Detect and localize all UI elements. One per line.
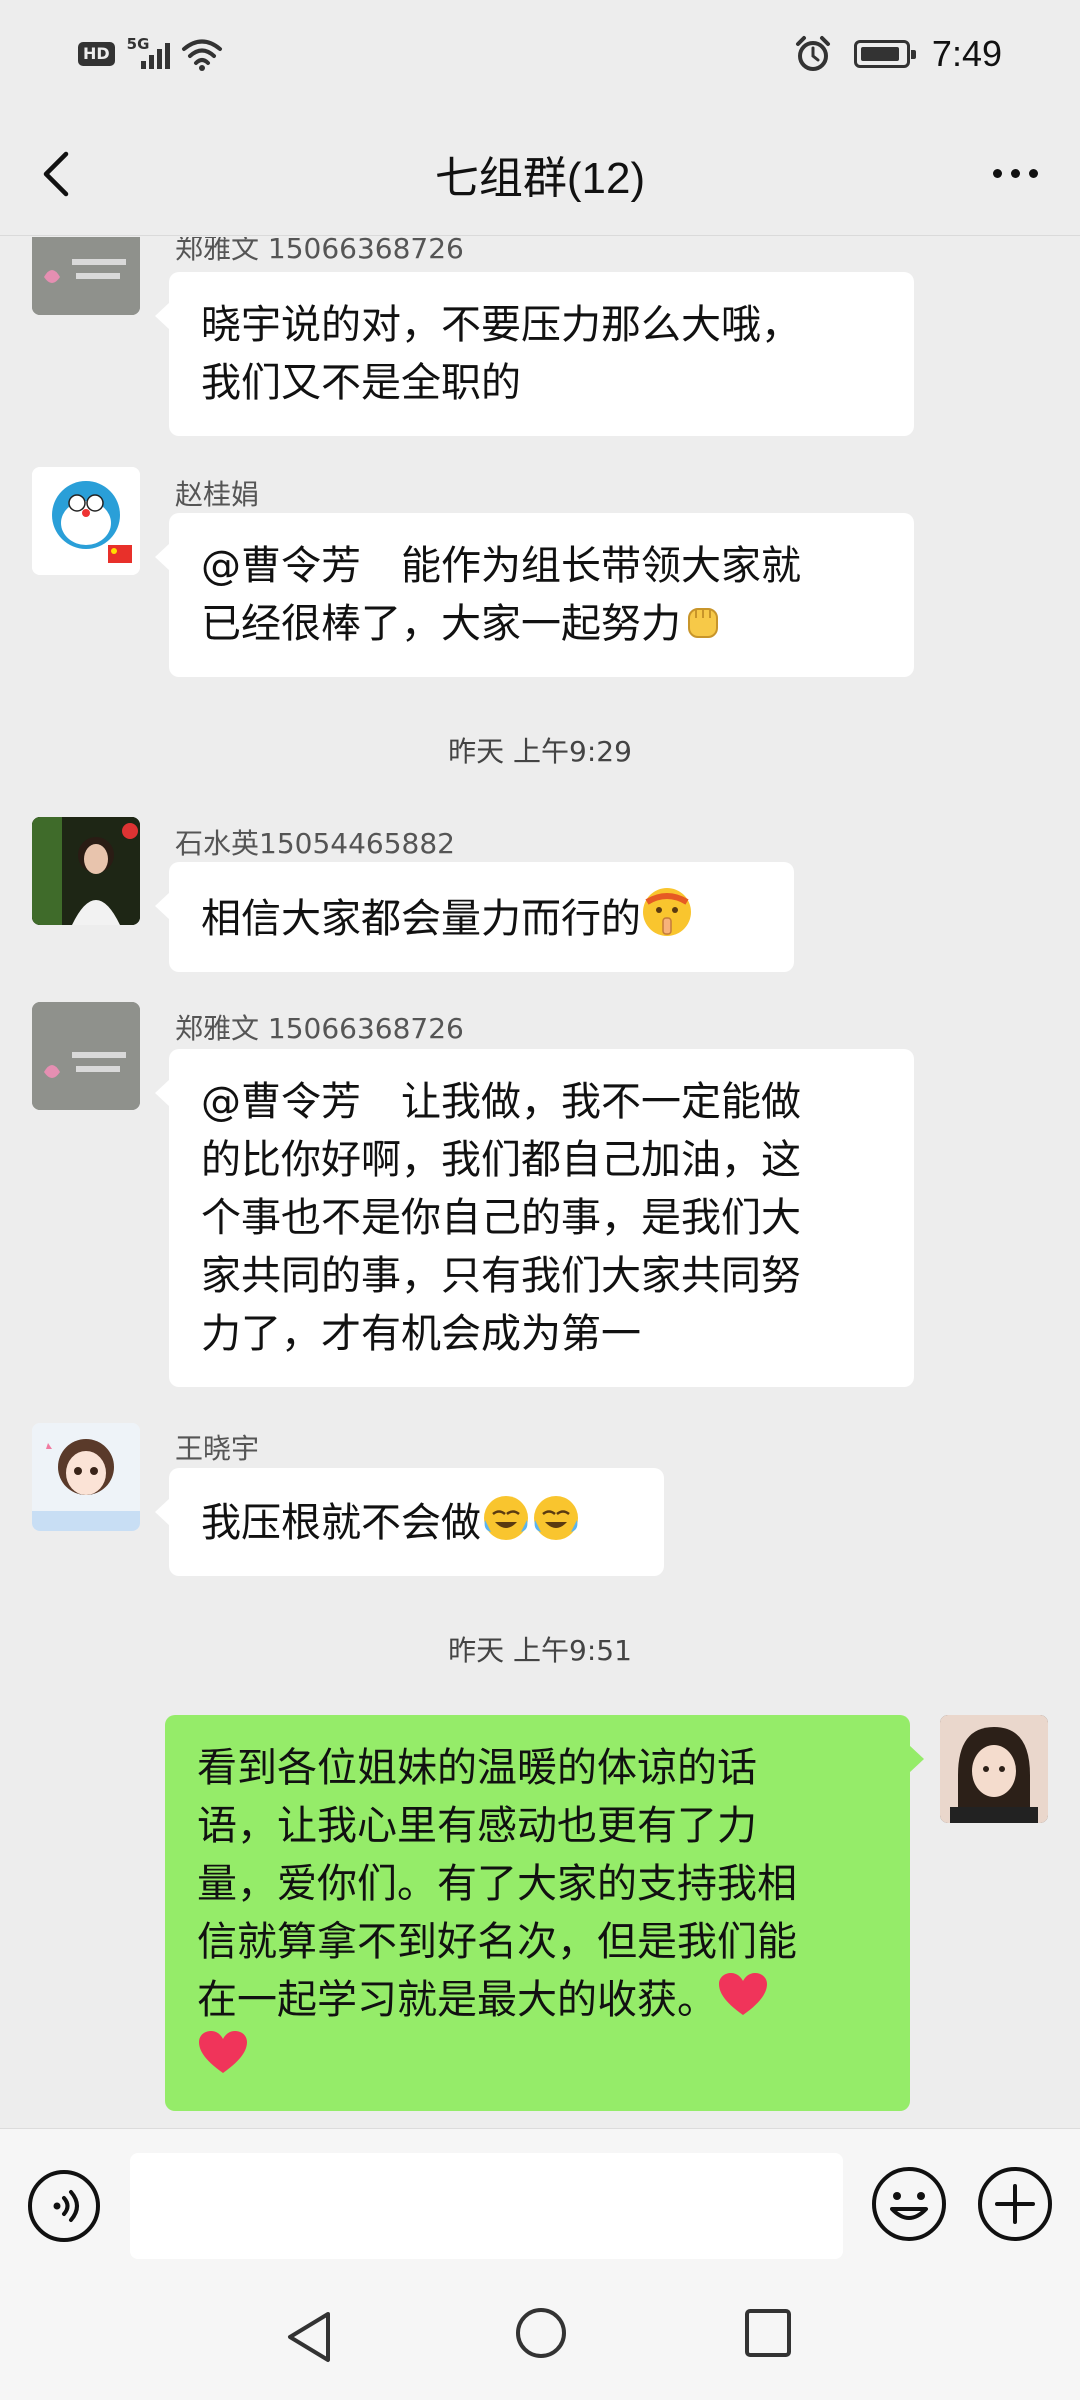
crying-laughing-icon [484, 1496, 578, 1540]
my-avatar[interactable] [940, 1715, 1048, 1823]
status-time: 7:49 [931, 33, 1002, 74]
message-input[interactable] [130, 2153, 843, 2259]
sender-name: 郑雅文 15066368726 [175, 1012, 464, 1045]
message-text: 我压根就不会做 [201, 1500, 481, 1546]
avatar-zhengyawen[interactable] [32, 1002, 140, 1110]
avatar-shishuiying[interactable] [32, 817, 140, 925]
message-line: 量，爱你们。有了大家的支持我相 [197, 1861, 797, 1907]
message-line: @曹令芳 能作为组长带领大家就 [201, 543, 801, 589]
status-left: HD 5G [78, 34, 223, 74]
shushing-face-icon [643, 888, 691, 936]
message-line: 的比你好啊，我们都自己加油，这 [201, 1137, 801, 1183]
timestamp: 昨天 上午9:29 [448, 735, 632, 768]
message-text: 相信大家都会量力而行的 [201, 896, 641, 942]
sender-name: 郑雅文 15066368726 [175, 237, 464, 265]
message-bubble[interactable]: 晓宇说的对，不要压力那么大哦， 我们又不是全职的 [155, 272, 914, 436]
message-bubble[interactable]: 我压根就不会做 [155, 1468, 664, 1576]
message-list[interactable]: 郑雅文 15066368726 晓宇说的对，不要压力那么大哦， 我们又不是全职的… [0, 237, 1080, 2127]
message-line: @曹令芳 让我做，我不一定能做 [201, 1079, 801, 1125]
chat-title: 七组群(12) [434, 154, 646, 203]
message-bubble[interactable]: 相信大家都会量力而行的 [155, 862, 794, 972]
avatar-zhengyawen[interactable] [32, 237, 140, 315]
fist-icon [688, 608, 718, 638]
emoji-picker-icon[interactable] [870, 2165, 948, 2243]
system-navigation-bar [0, 2270, 1080, 2400]
message-line: 个事也不是你自己的事，是我们大 [201, 1195, 801, 1241]
nav-back-icon[interactable] [282, 2308, 336, 2366]
status-bar: HD 5G 7:49 [0, 0, 1080, 110]
message-text: 在一起学习就是最大的收获。 [197, 1977, 717, 2023]
battery-icon [853, 40, 916, 68]
message-line: 信就算拿不到好名次，但是我们能 [197, 1919, 797, 1965]
message-line: 相信大家都会量力而行的 [201, 886, 762, 948]
heart-icon [719, 1973, 767, 2015]
message-bubble[interactable]: @曹令芳 能作为组长带领大家就 已经很棒了，大家一起努力 [155, 513, 914, 677]
message-line: 已经很棒了，大家一起努力 [201, 595, 882, 653]
message-text: 已经很棒了，大家一起努力 [201, 601, 681, 647]
alarm-icon [795, 36, 830, 71]
chat-header: 七组群(12) [0, 110, 1080, 236]
more-options-icon[interactable] [980, 150, 1050, 196]
nav-home-icon[interactable] [514, 2306, 568, 2360]
message-line: 看到各位姐妹的温暖的体谅的话 [197, 1745, 757, 1791]
message-line: 晓宇说的对，不要压力那么大哦， [201, 302, 801, 348]
message-line: 我压根就不会做 [201, 1492, 632, 1552]
voice-input-icon[interactable] [27, 2169, 101, 2243]
message-line: 家共同的事，只有我们大家共同努 [201, 1253, 801, 1299]
input-bar [0, 2128, 1080, 2270]
signal-icon: 5G [127, 37, 170, 71]
status-right: 7:49 [794, 26, 1002, 82]
message-line: 力了，才有机会成为第一 [201, 1311, 641, 1357]
message-line [197, 2029, 878, 2087]
wifi-icon [181, 39, 222, 71]
more-functions-icon[interactable] [976, 2165, 1054, 2243]
heart-icon [199, 2031, 247, 2073]
my-message-bubble[interactable]: 看到各位姐妹的温暖的体谅的话 语，让我心里有感动也更有了力 量，爱你们。有了大家… [165, 1715, 924, 2111]
nav-recent-apps-icon[interactable] [744, 2308, 792, 2358]
avatar-wangxiaoyu[interactable] [32, 1423, 140, 1531]
timestamp: 昨天 上午9:51 [448, 1634, 632, 1667]
message-bubble[interactable]: @曹令芳 让我做，我不一定能做 的比你好啊，我们都自己加油，这 个事也不是你自己… [155, 1049, 914, 1387]
message-line: 语，让我心里有感动也更有了力 [197, 1803, 757, 1849]
message-line: 我们又不是全职的 [201, 360, 521, 406]
avatar-zhaoguijuan[interactable] [32, 467, 140, 575]
message-line: 在一起学习就是最大的收获。 [197, 1971, 878, 2029]
sender-name: 王晓宇 [175, 1432, 260, 1465]
sender-name: 石水英15054465882 [175, 827, 455, 860]
sender-name: 赵桂娟 [175, 478, 260, 511]
hd-badge: HD [78, 42, 115, 66]
